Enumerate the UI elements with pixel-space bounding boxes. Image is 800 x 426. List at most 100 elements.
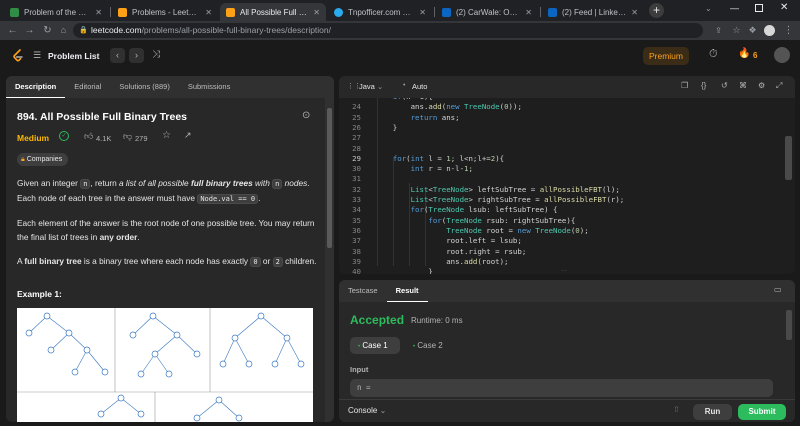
favorite-star-icon[interactable]: ☆ xyxy=(162,130,171,141)
tab-result[interactable]: Result xyxy=(386,280,428,302)
bookmark-star-icon[interactable]: ☆ xyxy=(730,24,743,37)
autocomplete-mode[interactable]: Auto xyxy=(412,82,427,91)
like-icon[interactable]: 👍︎ xyxy=(84,131,93,142)
run-button[interactable]: Run xyxy=(693,404,732,420)
tab-testcase[interactable]: Testcase xyxy=(339,280,387,302)
shortcuts-icon[interactable]: ⌘ xyxy=(739,81,747,90)
braces-icon[interactable]: {} xyxy=(701,81,706,90)
close-tab-icon[interactable]: ✕ xyxy=(525,8,532,17)
browser-tab-active[interactable]: All Possible Full Bina ✕ xyxy=(220,3,326,21)
chrome-menu-icon[interactable]: ⋮ xyxy=(782,24,795,37)
tab-submissions[interactable]: Submissions xyxy=(179,76,240,98)
tab-editorial[interactable]: Editorial xyxy=(65,76,110,98)
code-line[interactable]: List<TreeNode> rightSubTree = allPossibl… xyxy=(375,195,625,204)
browser-tab-telegram[interactable]: Tnpofficer.com Hiring ✕ xyxy=(328,3,432,21)
leetcode-logo-icon[interactable] xyxy=(12,49,24,63)
code-line[interactable]: ans.add(root); xyxy=(375,257,508,266)
case-1-tab[interactable]: • Case 1 xyxy=(350,337,400,354)
share-link-icon[interactable]: ↗ xyxy=(184,130,192,141)
code-line[interactable]: int r = n-l-1; xyxy=(375,164,473,173)
new-tab-icon[interactable]: + xyxy=(649,3,664,18)
code-line[interactable]: for(TreeNode rsub: rightSubTree){ xyxy=(375,216,575,225)
next-problem-button[interactable]: › xyxy=(129,48,144,63)
prev-problem-button[interactable]: ‹ xyxy=(110,48,125,63)
difficulty-badge: Medium xyxy=(17,133,50,143)
profile-avatar[interactable] xyxy=(764,25,775,36)
tab-search-icon[interactable]: ⌄ xyxy=(705,4,712,13)
close-tab-icon[interactable]: ✕ xyxy=(631,8,638,17)
code-line[interactable]: TreeNode root = new TreeNode(0); xyxy=(375,226,588,235)
submit-button[interactable]: Submit xyxy=(738,404,786,420)
divider-dot: • xyxy=(403,82,406,89)
upload-icon[interactable]: ⇧ xyxy=(673,405,680,414)
code-line[interactable]: root.right = rsub; xyxy=(375,247,526,256)
code-line[interactable]: if(n==1){ xyxy=(375,98,433,101)
companies-tag[interactable]: 🔒︎ Companies xyxy=(17,153,69,166)
timer-icon[interactable]: ⏱ xyxy=(709,48,718,61)
shuffle-icon[interactable]: ⤨ xyxy=(152,49,160,60)
vertical-splitter[interactable] xyxy=(335,76,338,422)
url-input[interactable]: 🔒 leetcode.com/problems/all-possible-ful… xyxy=(73,23,703,38)
reload-icon[interactable]: ↻ xyxy=(41,24,54,37)
code-area[interactable]: if(n==1){24 ans.add(new TreeNode(0));25 … xyxy=(339,98,785,274)
fullscreen-icon[interactable]: ⤢ xyxy=(776,81,782,91)
more-options-icon[interactable]: ⊙ xyxy=(302,110,310,121)
tab-title: (2) Feed | LinkedIn xyxy=(562,7,627,17)
code-line[interactable]: for(TreeNode lsub: leftSubTree) { xyxy=(375,205,558,214)
console-toggle[interactable]: Console ⌄ xyxy=(348,406,386,415)
tab-description[interactable]: Description xyxy=(6,76,66,98)
close-tab-icon[interactable]: ✕ xyxy=(313,8,320,17)
code-line[interactable]: root.left = lsub; xyxy=(375,236,522,245)
browser-tab-linkedin[interactable]: (2) Feed | LinkedIn ✕ xyxy=(542,3,644,21)
dislike-icon[interactable]: 👎︎ xyxy=(123,131,132,142)
line-number: 39 xyxy=(352,256,361,266)
code-line[interactable]: ans.add(new TreeNode(0)); xyxy=(375,102,522,111)
reset-icon[interactable]: ↺ xyxy=(721,81,728,90)
forward-icon[interactable]: → xyxy=(23,24,36,37)
description-scrollbar[interactable] xyxy=(325,98,334,422)
close-tab-icon[interactable]: ✕ xyxy=(419,8,426,17)
case-2-tab[interactable]: • Case 2 xyxy=(405,337,455,354)
share-icon[interactable]: ⇪ xyxy=(712,24,725,37)
browser-tab-carwale[interactable]: (2) CarWale: Overvie ✕ xyxy=(436,3,538,21)
settings-gear-icon[interactable]: ⚙ xyxy=(758,81,765,90)
streak-fire-icon[interactable]: 🔥 xyxy=(738,48,750,59)
minimize-icon[interactable]: — xyxy=(730,3,739,13)
back-icon[interactable]: ← xyxy=(6,24,19,37)
line-number: 30 xyxy=(352,164,361,174)
code-line[interactable]: } xyxy=(375,267,432,274)
lock-icon: 🔒︎ xyxy=(21,156,25,163)
language-select[interactable]: Java ⌄ xyxy=(359,82,383,91)
close-window-icon[interactable]: ✕ xyxy=(780,2,788,13)
console-scrollbar-thumb[interactable] xyxy=(786,310,792,340)
close-tab-icon[interactable]: ✕ xyxy=(95,8,102,17)
browser-tab-gfg[interactable]: Problem of the Day! | G ✕ xyxy=(4,3,108,21)
problem-list-icon[interactable]: ☰ xyxy=(33,50,41,61)
linkedin-favicon-icon xyxy=(548,7,557,17)
problem-list-link[interactable]: Problem List xyxy=(48,51,99,61)
line-number: 34 xyxy=(352,205,361,215)
home-icon[interactable]: ⌂ xyxy=(57,24,70,37)
scrollbar-thumb[interactable] xyxy=(327,108,332,248)
line-number: 37 xyxy=(352,236,361,246)
close-tab-icon[interactable]: ✕ xyxy=(205,8,212,17)
premium-button[interactable]: Premium xyxy=(643,47,689,65)
collapse-console-icon[interactable]: ▭ xyxy=(774,285,782,294)
line-number: 25 xyxy=(352,112,361,122)
code-line[interactable]: return ans; xyxy=(375,113,460,122)
maximize-icon[interactable] xyxy=(755,4,763,12)
notes-icon[interactable]: ❐ xyxy=(681,81,688,90)
editor-scrollbar-thumb[interactable] xyxy=(785,136,792,180)
extensions-icon[interactable]: ❖ xyxy=(746,24,759,37)
code-line[interactable]: List<TreeNode> leftSubTree = allPossible… xyxy=(375,185,620,194)
code-line[interactable]: } xyxy=(375,123,397,132)
user-avatar[interactable] xyxy=(774,47,790,63)
browser-tab-problems[interactable]: Problems - LeetCode ✕ xyxy=(112,3,218,21)
tab-solutions[interactable]: Solutions (889) xyxy=(110,76,178,98)
console-panel: Testcase Result ▭ Accepted Runtime: 0 ms… xyxy=(339,280,795,422)
streak-count: 6 xyxy=(753,51,758,60)
code-line[interactable]: for(int l = 1; l<n;l+=2){ xyxy=(375,154,504,163)
dislike-count: 279 xyxy=(135,134,148,143)
horizontal-splitter-grip[interactable]: ··· xyxy=(561,268,567,274)
line-number: 28 xyxy=(352,143,361,153)
